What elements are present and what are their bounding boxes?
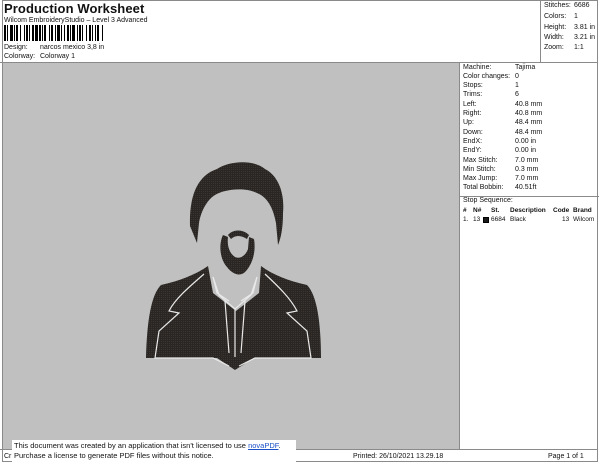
detail-row: Machine: Tajima — [463, 64, 597, 71]
detail-row: Color changes: 0 — [463, 73, 597, 80]
detail-label: Right: — [463, 110, 482, 117]
stat-stitches: Stitches: 6686 — [544, 2, 590, 9]
detail-label: Min Stitch: — [463, 166, 496, 173]
detail-row: Trims: 6 — [463, 91, 597, 98]
page-title: Production Worksheet — [4, 1, 145, 16]
mustache-shape — [228, 230, 249, 239]
detail-row: Down: 48.4 mm — [463, 129, 597, 136]
detail-row: Total Bobbin: 40.51ft — [463, 184, 597, 191]
row-n: 13 — [473, 216, 481, 223]
detail-row: Max Jump: 7.0 mm — [463, 175, 597, 182]
design-row: Design: narcos mexico 3,8 in — [4, 44, 104, 51]
detail-label: Total Bobbin: — [463, 184, 504, 191]
novapdf-link[interactable]: novaPDF — [248, 441, 278, 450]
detail-label: Machine: — [463, 64, 492, 71]
detail-label: Max Jump: — [463, 175, 498, 182]
row-brand: Wilcom — [573, 216, 595, 223]
detail-value: 0.00 in — [515, 138, 537, 145]
detail-value: 1 — [515, 82, 519, 89]
software-subtitle: Wilcom EmbroideryStudio – Level 3 Advanc… — [4, 17, 148, 24]
stat-height: Height: 3.81 in — [544, 24, 596, 31]
detail-value: 48.4 mm — [515, 129, 543, 136]
detail-row: Stops: 1 — [463, 82, 597, 89]
design-label: Design: — [4, 44, 28, 51]
stat-width: Width: 3.21 in — [544, 34, 596, 41]
barcode-bar — [103, 25, 104, 41]
detail-value: 0.3 mm — [515, 166, 539, 173]
detail-value: 40.8 mm — [515, 101, 543, 108]
detail-row: Min Stitch: 0.3 mm — [463, 166, 597, 173]
suit-shape — [146, 266, 321, 370]
detail-row: Max Stitch: 7.0 mm — [463, 157, 597, 164]
beard-shape — [220, 235, 255, 275]
col-num: # — [463, 207, 467, 214]
detail-label: Left: — [463, 101, 477, 108]
stat-colors: Colors: 1 — [544, 13, 578, 20]
design-preview — [3, 63, 459, 449]
detail-label: Trims: — [463, 91, 483, 98]
details-panel: Total Bobbin: 40.51ft Max Jump: 7.0 mm Min S… — [459, 63, 599, 449]
printed-timestamp: Printed: 26/10/2021 13.29.18 — [353, 453, 444, 460]
notice-line-1: This document was created by an applicat… — [14, 441, 246, 450]
detail-label: EndX: — [463, 138, 483, 145]
col-n: N# — [473, 207, 482, 214]
detail-row: Left: 40.8 mm — [463, 101, 597, 108]
stop-sequence-title: Stop Sequence: — [463, 197, 513, 204]
col-code: Code — [553, 207, 570, 214]
notice-line-2: Purchase a license to generate PDF files… — [14, 451, 214, 460]
worksheet-header: Production Worksheet Wilcom EmbroiderySt… — [0, 0, 540, 62]
colorway-label: Colorway: — [4, 53, 36, 60]
detail-label: Stops: — [463, 82, 483, 89]
detail-label: EndY: — [463, 147, 482, 154]
row-st: 6684 — [491, 216, 506, 223]
detail-label: Color changes: — [463, 73, 511, 80]
detail-value: 40.51ft — [515, 184, 537, 191]
detail-value: Tajima — [515, 64, 536, 71]
colorway-row: Colorway: Colorway 1 — [4, 53, 75, 60]
detail-label: Up: — [463, 119, 474, 126]
stats-box: Stitches: 6686 Colors: 1 Height: 3.81 in Wi… — [540, 0, 598, 62]
stat-zoom: Zoom: 1:1 — [544, 44, 584, 51]
page-number: Page 1 of 1 — [548, 453, 584, 460]
detail-row: EndY: 0.00 in — [463, 147, 597, 154]
footer-left-text: Cr — [4, 453, 12, 460]
color-swatch — [483, 217, 489, 223]
detail-value: 0 — [515, 73, 519, 80]
detail-row: EndX: 0.00 in — [463, 138, 597, 145]
barcode — [4, 25, 168, 41]
design-value: narcos mexico 3,8 in — [40, 44, 105, 51]
detail-row: Up: 48.4 mm — [463, 119, 597, 126]
license-notice: This document was created by an applicat… — [12, 440, 296, 462]
row-description: Black — [510, 216, 526, 223]
detail-value: 40.8 mm — [515, 110, 543, 117]
row-code: 13 — [562, 216, 570, 223]
col-st: St. — [491, 207, 500, 214]
col-description: Description — [510, 207, 546, 214]
embroidery-design-image — [146, 162, 321, 370]
detail-value: 7.0 mm — [515, 157, 539, 164]
detail-label: Max Stitch: — [463, 157, 498, 164]
colorway-value: Colorway 1 — [40, 53, 76, 60]
row-num: 1. — [463, 216, 469, 223]
detail-value: 48.4 mm — [515, 119, 543, 126]
detail-row: Right: 40.8 mm — [463, 110, 597, 117]
detail-value: 0.00 in — [515, 147, 537, 154]
detail-value: 6 — [515, 91, 519, 98]
detail-label: Down: — [463, 129, 483, 136]
detail-value: 7.0 mm — [515, 175, 539, 182]
col-brand: Brand — [573, 207, 592, 214]
